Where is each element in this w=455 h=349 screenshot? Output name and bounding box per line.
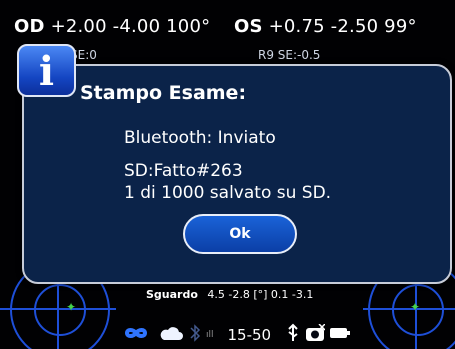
gaze-values: 4.5 -2.8 [°] 0.1 -3.1: [207, 288, 314, 301]
camera-icon: [305, 323, 326, 346]
sd-status: SD:Fatto#263: [124, 161, 243, 181]
left-target-icon: ✦: [66, 300, 77, 314]
battery-icon: [329, 326, 351, 344]
print-exam-dialog: Stampo Esame: Bluetooth: Inviato SD:Fatt…: [22, 64, 452, 284]
os-values: +0.75 -2.50 99°: [268, 16, 417, 37]
infinity-icon: [118, 323, 154, 347]
cloud-icon: [158, 324, 184, 346]
gaze-readout: Sguardo 4.5 -2.8 [°] 0.1 -3.1: [146, 288, 313, 301]
time-display: 15-50: [227, 326, 272, 344]
bluetooth-status: Bluetooth: Inviato: [124, 128, 276, 148]
left-inner-ring: [34, 284, 86, 336]
signal-icon: ıll: [206, 330, 214, 340]
status-bar: ıll 15-50: [118, 322, 351, 348]
usb-icon: [285, 323, 301, 347]
save-status: 1 di 1000 salvato su SD.: [124, 183, 332, 203]
bluetooth-icon: [188, 323, 202, 347]
gaze-label: Sguardo: [146, 288, 198, 301]
right-target-icon: ✦: [410, 300, 421, 314]
device-screen: OD +2.00 -4.00 100° OS +0.75 -2.50 99° S…: [0, 0, 455, 349]
right-crosshair-h: [363, 308, 455, 310]
ok-button[interactable]: Ok: [183, 214, 297, 254]
info-icon: i: [17, 44, 76, 97]
os-sub-values: R9 SE:-0.5: [258, 48, 321, 62]
od-label: OD: [14, 16, 45, 37]
od-values: +2.00 -4.00 100°: [50, 16, 211, 37]
os-label: OS: [234, 16, 263, 37]
dialog-title: Stampo Esame:: [80, 82, 247, 104]
prescription-header: OD +2.00 -4.00 100° OS +0.75 -2.50 99°: [14, 16, 417, 37]
